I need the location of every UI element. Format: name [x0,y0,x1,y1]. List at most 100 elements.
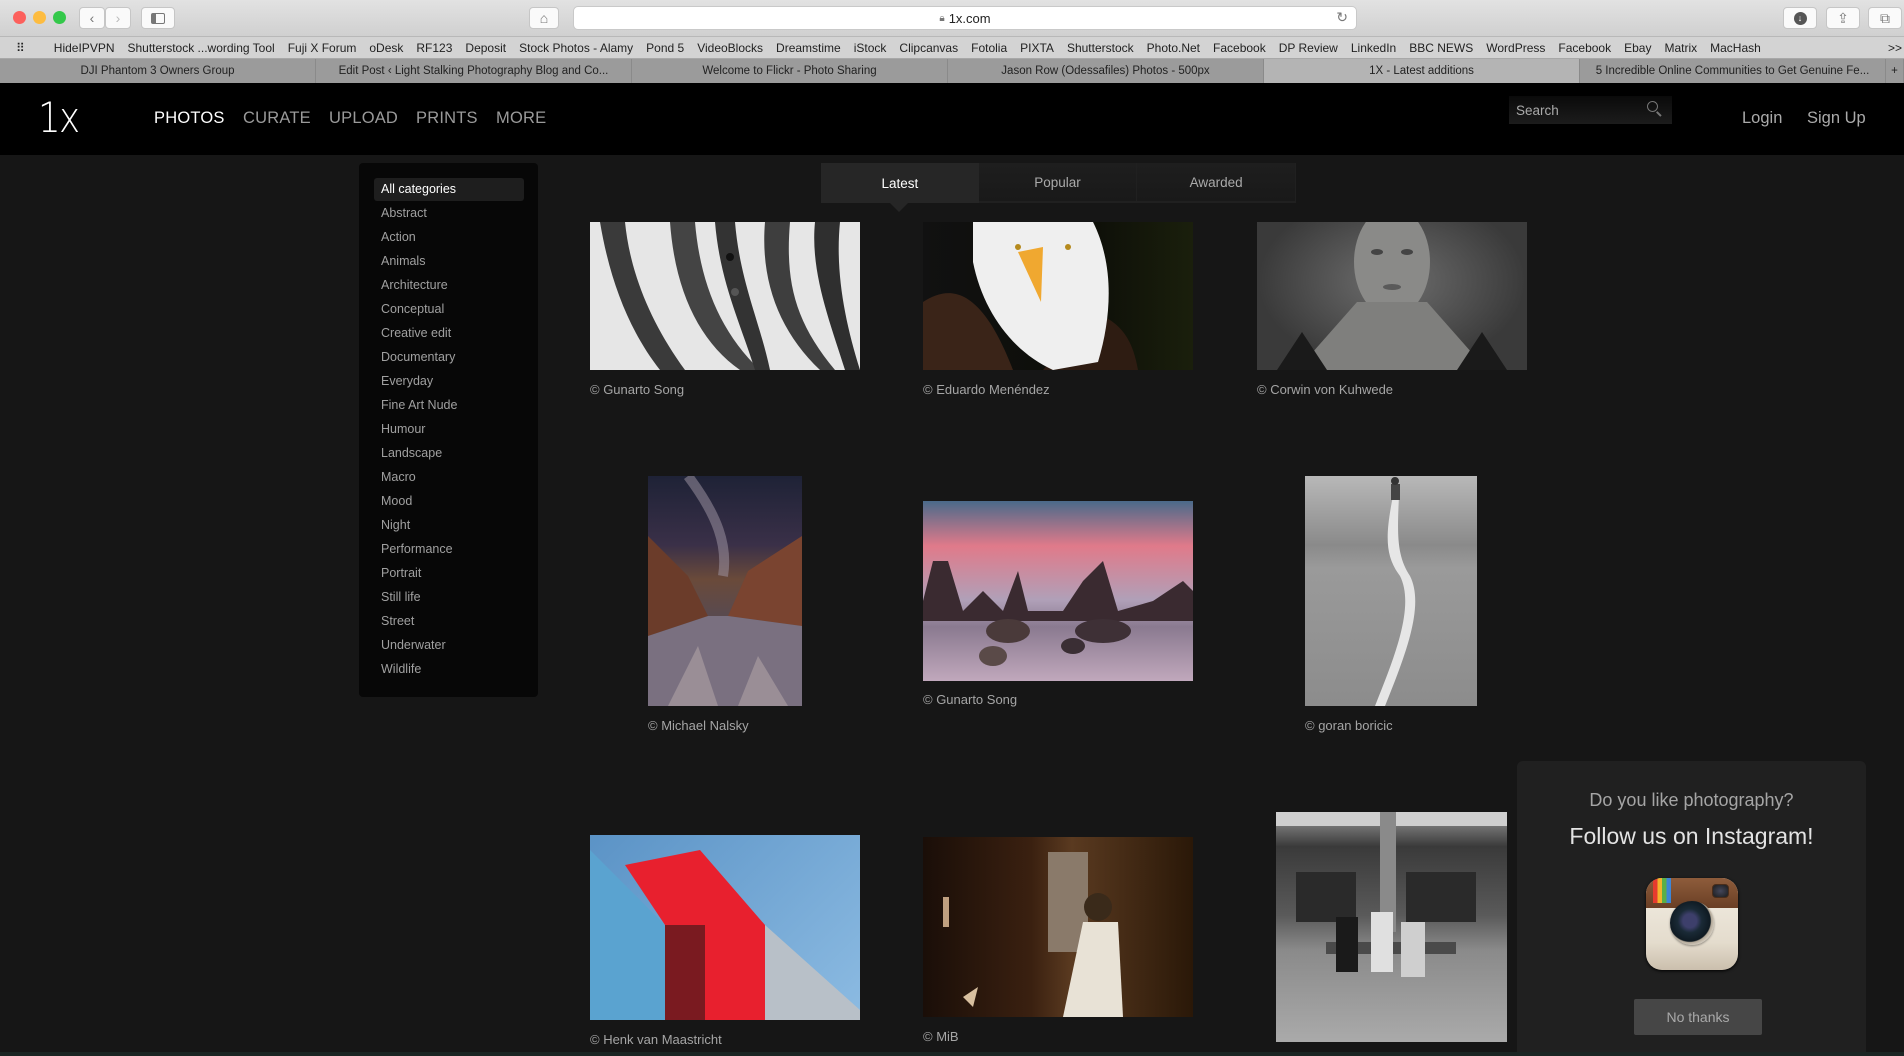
browser-tab[interactable]: 5 Incredible Online Communities to Get G… [1580,59,1886,83]
bookmark-item[interactable]: Dreamstime [776,41,841,55]
tab-latest[interactable]: Latest [821,163,979,203]
photo-thumbnail[interactable] [923,222,1193,370]
photo-thumbnail[interactable] [1257,222,1527,370]
back-button[interactable]: ‹ [79,7,105,29]
site-logo[interactable]: 1x [38,93,80,142]
category-item[interactable]: Wildlife [374,658,524,681]
share-button[interactable]: ⇪ [1826,7,1860,29]
bookmark-item[interactable]: DP Review [1279,41,1338,55]
address-bar[interactable]: 🔒︎ 1x.com ↻ [573,6,1357,30]
search-input[interactable]: Search [1509,96,1672,124]
category-item[interactable]: Macro [374,466,524,489]
category-item[interactable]: Still life [374,586,524,609]
forward-button[interactable]: › [105,7,131,29]
photo-thumbnail[interactable] [648,476,802,706]
nav-photos[interactable]: PHOTOS [154,109,225,128]
category-item[interactable]: Underwater [374,634,524,657]
photo-thumbnail[interactable] [590,835,860,1020]
category-item[interactable]: Street [374,610,524,633]
bookmark-item[interactable]: Matrix [1664,41,1697,55]
category-item[interactable]: All categories [374,178,524,201]
tab-awarded[interactable]: Awarded [1137,163,1296,201]
photo-thumbnail[interactable] [1305,476,1477,706]
new-tab-button[interactable]: + [1886,59,1904,83]
bookmark-item[interactable]: VideoBlocks [697,41,763,55]
login-link[interactable]: Login [1742,109,1782,128]
photo-thumbnail[interactable] [923,837,1193,1017]
category-item[interactable]: Architecture [374,274,524,297]
downloads-button[interactable]: ↓ [1783,7,1817,29]
photo-credit[interactable]: © Eduardo Menéndez [923,382,1050,397]
category-item[interactable]: Creative edit [374,322,524,345]
photo-thumbnail[interactable] [590,222,860,370]
reload-icon[interactable]: ↻ [1336,9,1348,26]
bookmark-item[interactable]: Shutterstock ...wording Tool [128,41,275,55]
bookmark-item[interactable]: LinkedIn [1351,41,1396,55]
browser-tab[interactable]: DJI Phantom 3 Owners Group [0,59,316,83]
nav-prints[interactable]: PRINTS [416,109,478,128]
bookmark-item[interactable]: iStock [854,41,887,55]
category-item[interactable]: Portrait [374,562,524,585]
bookmark-item[interactable]: RF123 [416,41,452,55]
bookmark-item[interactable]: Facebook [1213,41,1266,55]
minimize-window-button[interactable] [33,11,46,24]
photo-credit[interactable]: © Corwin von Kuhwede [1257,382,1393,397]
close-window-button[interactable] [13,11,26,24]
show-tabs-button[interactable]: ⧉ [1868,7,1902,29]
bookmark-item[interactable]: Fotolia [971,41,1007,55]
photo-thumbnail[interactable] [923,501,1193,681]
browser-tab[interactable]: Jason Row (Odessafiles) Photos - 500px [948,59,1264,83]
category-item[interactable]: Mood [374,490,524,513]
sidebar-toggle-button[interactable] [141,7,175,29]
category-item[interactable]: Animals [374,250,524,273]
browser-tab[interactable]: Welcome to Flickr - Photo Sharing [632,59,948,83]
bookmark-item[interactable]: Ebay [1624,41,1651,55]
bookmark-item[interactable]: WordPress [1486,41,1545,55]
category-item[interactable]: Action [374,226,524,249]
photo-credit[interactable]: © Michael Nalsky [648,718,749,733]
category-item[interactable]: Documentary [374,346,524,369]
nav-upload[interactable]: UPLOAD [329,109,398,128]
bookmark-item[interactable]: Fuji X Forum [288,41,357,55]
category-item[interactable]: Fine Art Nude [374,394,524,417]
bookmark-item[interactable]: HideIPVPN [54,41,115,55]
photo-credit[interactable]: © goran boricic [1305,718,1393,733]
signup-link[interactable]: Sign Up [1807,109,1866,128]
grid-icon[interactable]: ⠿ [16,41,25,55]
home-button[interactable]: ⌂ [529,7,559,29]
no-thanks-button[interactable]: No thanks [1634,999,1762,1035]
bookmark-item[interactable]: Facebook [1558,41,1611,55]
tab-popular[interactable]: Popular [978,163,1137,201]
bookmark-item[interactable]: BBC NEWS [1409,41,1473,55]
category-item[interactable]: Abstract [374,202,524,225]
photo-credit[interactable]: © Henk van Maastricht [590,1032,722,1047]
search-icon[interactable] [1647,101,1658,112]
bookmark-item[interactable]: Stock Photos - Alamy [519,41,633,55]
bookmark-item[interactable]: MacHash [1710,41,1761,55]
category-item[interactable]: Everyday [374,370,524,393]
instagram-icon[interactable] [1646,878,1738,970]
browser-tab[interactable]: Edit Post ‹ Light Stalking Photography B… [316,59,632,83]
category-item[interactable]: Landscape [374,442,524,465]
bookmark-item[interactable]: Pond 5 [646,41,684,55]
bookmark-item[interactable]: Deposit [465,41,506,55]
photo-credit[interactable]: © MiB [923,1029,959,1044]
category-item[interactable]: Night [374,514,524,537]
bookmark-item[interactable]: PIXTA [1020,41,1054,55]
category-item[interactable]: Humour [374,418,524,441]
category-item[interactable]: Conceptual [374,298,524,321]
bookmark-item[interactable]: Photo.Net [1147,41,1200,55]
photo-thumbnail[interactable] [1276,812,1507,1042]
browser-tab[interactable]: 1X - Latest additions [1264,59,1580,83]
photo-image [1276,812,1507,977]
bookmarks-overflow-button[interactable]: >> [1888,41,1902,55]
zoom-window-button[interactable] [53,11,66,24]
photo-credit[interactable]: © Gunarto Song [923,692,1017,707]
bookmark-item[interactable]: oDesk [369,41,403,55]
nav-curate[interactable]: CURATE [243,109,311,128]
bookmark-item[interactable]: Shutterstock [1067,41,1134,55]
nav-more[interactable]: MORE [496,109,546,128]
photo-credit[interactable]: © Gunarto Song [590,382,684,397]
bookmark-item[interactable]: Clipcanvas [899,41,958,55]
category-item[interactable]: Performance [374,538,524,561]
